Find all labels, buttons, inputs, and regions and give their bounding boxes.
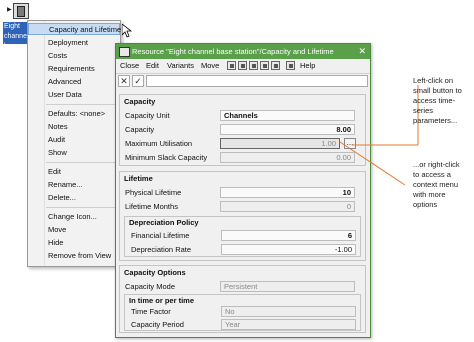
callout-line: ...or right-click (413, 160, 460, 169)
callout-left-click: Left-click on small button to access tim… (413, 76, 462, 126)
callout-line: small button to (413, 86, 462, 95)
callout-line: with more (413, 190, 446, 199)
callout-right-click: ...or right-click to access a context me… (413, 160, 460, 210)
callout-line: parameters... (413, 116, 458, 125)
callout-line: options (413, 200, 438, 209)
callout-line: Left-click on (413, 76, 454, 85)
callout-line: series (413, 106, 434, 115)
callout-lines (339, 85, 419, 186)
callout-line: context menu (413, 180, 459, 189)
callout-line: access time- (413, 96, 456, 105)
callout-line: to access a (413, 170, 451, 179)
